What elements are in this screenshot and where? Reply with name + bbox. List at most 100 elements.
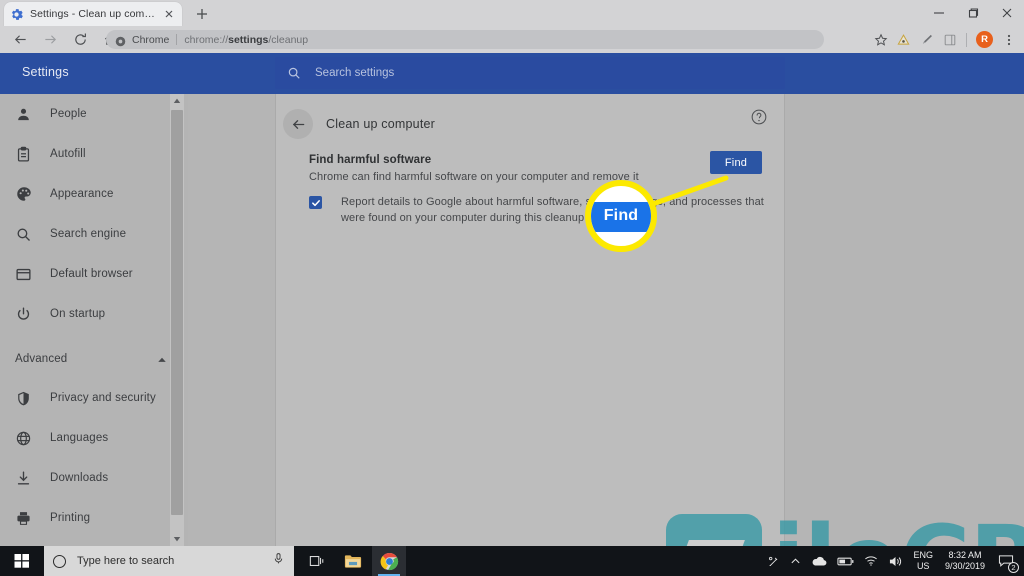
- show-hidden-icons-icon[interactable]: [785, 546, 806, 576]
- sidebar-item-autofill[interactable]: Autofill: [0, 134, 188, 174]
- section-description: Chrome can find harmful software on your…: [309, 171, 639, 183]
- action-center-icon[interactable]: 2: [992, 546, 1024, 576]
- cleanup-card: Clean up computer Find harmful software …: [275, 94, 785, 546]
- windows-taskbar: Type here to search ENG US 8:32 AM 9/30/…: [0, 546, 1024, 576]
- filecr-logo-mark: [666, 514, 762, 546]
- sidebar-label: Downloads: [50, 472, 109, 484]
- help-circle-icon[interactable]: [750, 108, 768, 126]
- settings-content: Clean up computer Find harmful software …: [188, 94, 1024, 546]
- taskbar-search-placeholder: Type here to search: [77, 555, 175, 567]
- sidebar-item-on-startup[interactable]: On startup: [0, 294, 188, 334]
- window-icon: [14, 265, 33, 284]
- sidebar-section-advanced[interactable]: Advanced: [0, 340, 188, 378]
- taskbar-search-input[interactable]: Type here to search: [44, 546, 294, 576]
- back-arrow-icon[interactable]: [283, 109, 313, 139]
- sidebar-item-search-engine[interactable]: Search engine: [0, 214, 188, 254]
- close-icon[interactable]: [990, 0, 1024, 26]
- report-details-checkbox[interactable]: [309, 196, 322, 209]
- sidebar-label: People: [50, 108, 87, 120]
- sidebar-label: Printing: [50, 512, 91, 524]
- back-arrow-icon[interactable]: [8, 28, 32, 52]
- windows-start-icon[interactable]: [0, 546, 44, 576]
- file-explorer-icon[interactable]: [336, 546, 370, 576]
- callout-label: Find: [603, 207, 639, 224]
- volume-icon[interactable]: [883, 546, 908, 576]
- sidebar-label: Appearance: [50, 188, 114, 200]
- sidebar-item-printing[interactable]: Printing: [0, 498, 188, 538]
- tab-title: Settings - Clean up computer: [30, 8, 159, 20]
- notification-count-badge: 2: [1008, 562, 1019, 573]
- sidebar-label: Privacy and security: [50, 392, 156, 404]
- sidebar-item-default-browser[interactable]: Default browser: [0, 254, 188, 294]
- language-indicator[interactable]: ENG US: [908, 546, 938, 576]
- shield-icon: [14, 389, 33, 408]
- search-settings-input[interactable]: Search settings: [275, 57, 785, 89]
- toolbar-divider: [966, 32, 967, 47]
- chrome-chip-icon: [115, 34, 126, 47]
- chrome-icon[interactable]: [372, 546, 406, 576]
- scroll-down-arrow-icon[interactable]: [170, 532, 184, 546]
- globe-icon: [14, 429, 33, 448]
- minimize-icon[interactable]: [922, 0, 956, 26]
- report-details-label: Report details to Google about harmful s…: [341, 196, 764, 224]
- filecr-watermark: ileCR: [666, 513, 1024, 546]
- chevron-up-icon: [156, 353, 168, 365]
- sidebar-label: Autofill: [50, 148, 86, 160]
- reload-icon[interactable]: [68, 28, 92, 52]
- clock-date: 9/30/2019: [944, 561, 985, 571]
- browser-toolbar: Chrome chrome://settings/cleanup R: [0, 26, 1024, 53]
- sidebar-item-appearance[interactable]: Appearance: [0, 174, 188, 214]
- clock[interactable]: 8:32 AM 9/30/2019: [938, 546, 992, 576]
- omnibox-chip-label: Chrome: [132, 33, 170, 46]
- card-header: Clean up computer: [276, 104, 786, 144]
- cortana-circle-icon: [53, 554, 66, 568]
- wifi-icon[interactable]: [859, 546, 883, 576]
- settings-page: Settings Search settings People Autofill…: [0, 53, 1024, 546]
- search-icon: [287, 66, 301, 80]
- filecr-wordmark: ileCR: [772, 513, 1024, 546]
- address-bar[interactable]: Chrome chrome://settings/cleanup: [106, 30, 824, 49]
- language-line-1: ENG: [913, 550, 933, 560]
- sidebar-label: On startup: [50, 308, 106, 320]
- battery-icon[interactable]: [832, 546, 859, 576]
- page-title: Settings: [22, 65, 69, 79]
- find-callout-bubble: Find: [585, 180, 657, 252]
- scrollbar-thumb[interactable]: [171, 110, 183, 515]
- three-dot-menu-icon[interactable]: [997, 28, 1020, 51]
- sidebar-item-downloads[interactable]: Downloads: [0, 458, 188, 498]
- language-line-2: US: [916, 561, 930, 571]
- sidebar-item-accessibility[interactable]: Accessibility: [0, 538, 188, 546]
- printer-icon: [14, 509, 33, 528]
- warning-triangle-icon[interactable]: [892, 28, 915, 51]
- extension-icon[interactable]: [915, 28, 938, 51]
- sidebar-scrollbar[interactable]: [170, 94, 184, 546]
- sidebar-item-languages[interactable]: Languages: [0, 418, 188, 458]
- url-bold: settings: [228, 33, 269, 46]
- pen-icon[interactable]: [762, 546, 785, 576]
- find-button[interactable]: Find: [710, 151, 762, 174]
- onedrive-icon[interactable]: [806, 546, 832, 576]
- settings-sidebar: People Autofill Appearance Search engine…: [0, 94, 188, 546]
- sidebar-label: Search engine: [50, 228, 127, 240]
- search-placeholder: Search settings: [315, 67, 395, 79]
- task-view-icon[interactable]: [300, 546, 334, 576]
- microphone-icon[interactable]: [272, 552, 285, 570]
- browser-tab[interactable]: Settings - Clean up computer: [4, 2, 182, 26]
- omnibox-url: chrome://settings/cleanup: [184, 34, 308, 46]
- scroll-up-arrow-icon[interactable]: [170, 94, 184, 108]
- url-prefix: chrome://: [184, 33, 229, 46]
- window-controls: [922, 0, 1024, 26]
- sidebar-item-people[interactable]: People: [0, 94, 188, 134]
- sidebar-item-privacy-and-security[interactable]: Privacy and security: [0, 378, 188, 418]
- panel-icon[interactable]: [938, 28, 961, 51]
- report-details-row[interactable]: Report details to Google about harmful s…: [309, 194, 769, 226]
- power-icon: [14, 305, 33, 324]
- maximize-icon[interactable]: [956, 0, 990, 26]
- new-tab-button[interactable]: [192, 4, 212, 24]
- clock-time: 8:32 AM: [948, 550, 982, 560]
- forward-arrow-icon[interactable]: [38, 28, 62, 52]
- close-icon[interactable]: [162, 7, 176, 21]
- avatar[interactable]: R: [976, 31, 993, 48]
- omnibox-divider: [176, 34, 178, 45]
- star-icon[interactable]: [869, 28, 892, 51]
